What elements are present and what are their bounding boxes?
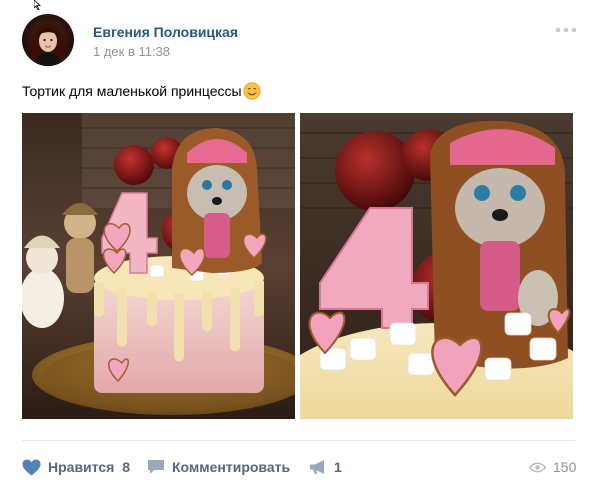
post-photo-2[interactable] xyxy=(300,113,573,419)
views-counter: 150 xyxy=(529,458,576,476)
avatar-photo xyxy=(29,23,67,66)
post-text-content: Тортик для маленькой принцессы xyxy=(22,83,242,99)
megaphone-icon xyxy=(310,460,324,474)
like-button[interactable]: Нравится 8 xyxy=(22,458,130,476)
post-date-link[interactable]: 1 дек в 11:38 xyxy=(93,44,170,59)
share-count: 1 xyxy=(334,459,342,475)
wall-post: Евгения Половицкая 1 дек в 11:38 Тортик … xyxy=(0,0,597,495)
like-label: Нравится xyxy=(48,459,115,475)
heart-icon xyxy=(22,459,41,475)
eye-icon xyxy=(529,462,546,472)
views-count: 150 xyxy=(553,459,577,475)
comment-button[interactable]: Комментировать xyxy=(147,458,290,476)
more-options-icon[interactable] xyxy=(555,27,577,33)
share-button[interactable]: 1 xyxy=(309,458,342,476)
cake-photo-full-icon xyxy=(22,113,295,419)
post-divider xyxy=(22,440,575,441)
author-name-link[interactable]: Евгения Половицкая xyxy=(93,24,238,40)
cake-photo-closeup-icon xyxy=(300,113,573,419)
smiling-face-emoji-icon xyxy=(242,82,261,100)
post-text: Тортик для маленькой принцессы xyxy=(22,82,261,100)
author-avatar[interactable] xyxy=(22,14,74,66)
like-count: 8 xyxy=(122,459,131,475)
post-photo-1[interactable] xyxy=(22,113,295,419)
comment-label: Комментировать xyxy=(172,459,291,475)
comment-icon xyxy=(148,460,164,474)
mouse-cursor-icon xyxy=(34,0,42,10)
